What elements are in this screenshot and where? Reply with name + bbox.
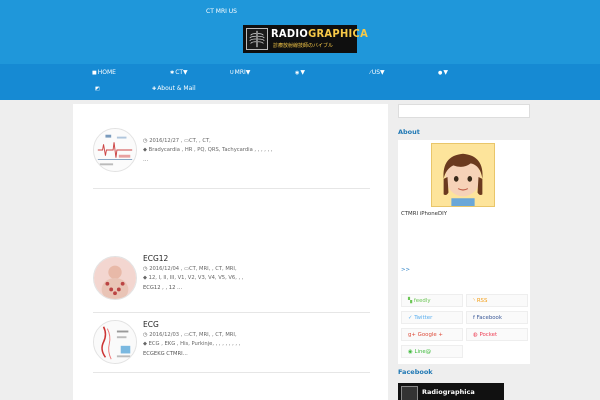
home-icon: ■ <box>92 70 97 76</box>
post-title[interactable]: ECG12 <box>143 254 383 263</box>
user-icon: ● <box>438 70 443 76</box>
nav-ct[interactable]: ✱CT▼ <box>170 69 188 76</box>
tag-icon: ◆ <box>143 275 147 281</box>
post-thumbnail[interactable] <box>93 320 137 364</box>
post-meta: ◷ 2016/12/27 , ▭CT, , CT, <box>143 138 211 144</box>
twitter-icon: ✓ <box>408 315 413 321</box>
author-avatar <box>431 143 495 207</box>
nav-about-mail[interactable]: ✚About & Mail <box>152 85 196 92</box>
post-meta: ◷ 2016/12/04 , ▭CT, MRI, , CT, MRI, <box>143 266 237 272</box>
facebook-icon: f <box>473 315 475 321</box>
post-tags: ◆ ECG , EKG , His, Purkinje, , , , , , ,… <box>143 341 241 347</box>
nav-mri[interactable]: ՍMRI▼ <box>230 69 250 76</box>
follow-facebook-button[interactable]: f Facebook <box>466 311 528 324</box>
clock-icon: ◷ <box>143 332 148 338</box>
post-thumbnail[interactable] <box>93 128 137 172</box>
magnet-icon: Ս <box>230 70 234 76</box>
post-divider <box>93 312 370 313</box>
post-excerpt: ECGEKG CTMRI… <box>143 351 188 357</box>
post-divider <box>93 372 370 373</box>
gear-icon: ✱ <box>170 70 175 76</box>
facebook-heading: Facebook <box>398 368 433 376</box>
follow-google-plus-button[interactable]: g+ Google + <box>401 328 463 341</box>
post-thumbnail[interactable] <box>93 256 137 300</box>
nav-home[interactable]: ■HOME <box>92 69 116 76</box>
follow-line-button[interactable]: ◉ Line@ <box>401 345 463 358</box>
feedly-icon: ▚ <box>408 298 413 304</box>
logo-tagline: 診療放射線技師のバイブル <box>273 43 334 49</box>
nav-us[interactable]: ⁄US▼ <box>370 69 385 76</box>
about-heading: About <box>398 128 420 136</box>
nav-xray[interactable]: ◉▼ <box>295 69 305 76</box>
nav-analytics[interactable]: ◩ <box>95 85 101 92</box>
tag-icon: ◆ <box>143 341 147 347</box>
post-meta: ◷ 2016/12/03 , ▭CT, MRI, , CT, MRI, <box>143 332 237 338</box>
follow-twitter-button[interactable]: ✓ Twitter <box>401 311 463 324</box>
google-plus-icon: g+ <box>408 332 416 338</box>
top-links[interactable]: CT MRI US <box>206 8 237 15</box>
post-excerpt: ECG12 , , 12 … <box>143 285 183 291</box>
site-header: CT MRI US RADIOGRAPHICA 診療放射線技師のバイブル <box>0 0 600 64</box>
facebook-page-widget[interactable]: Radiographica <box>398 383 504 400</box>
main-nav: ■HOME ✱CT▼ ՍMRI▼ ◉▼ ⁄US▼ ●▼ ◩ ✚About & M… <box>0 64 600 100</box>
nav-staff[interactable]: ●▼ <box>438 69 448 76</box>
line-icon: ◉ <box>408 349 413 355</box>
xray-chest-icon <box>246 28 268 50</box>
chart-icon: ◩ <box>95 86 100 92</box>
about-widget: CTMRI iPhoneDIY >> ▚ feedly ◝ RSS ✓ Twit… <box>398 140 530 364</box>
clock-icon: ◷ <box>143 266 148 272</box>
facebook-page-avatar <box>401 386 418 400</box>
follow-feedly-button[interactable]: ▚ feedly <box>401 294 463 307</box>
post-divider <box>93 188 370 189</box>
post-excerpt: … <box>143 157 149 163</box>
post-list: ◷ 2016/12/27 , ▭CT, , CT, ◆ Bradycardia … <box>73 104 388 400</box>
rss-icon: ◝ <box>473 298 476 304</box>
about-text: CTMRI iPhoneDIY <box>401 211 447 217</box>
follow-rss-button[interactable]: ◝ RSS <box>466 294 528 307</box>
eye-icon: ◉ <box>295 70 300 76</box>
clock-icon: ◷ <box>143 138 148 144</box>
about-more-link[interactable]: >> <box>401 267 410 273</box>
site-logo[interactable]: RADIOGRAPHICA 診療放射線技師のバイブル <box>243 25 368 53</box>
search-input[interactable] <box>398 104 530 118</box>
wand-icon: ⁄ <box>370 70 371 76</box>
cross-icon: ✚ <box>152 86 157 92</box>
logo-wordmark: RADIOGRAPHICA <box>271 27 369 40</box>
post-tags: ◆ 12, I, II, III, V1, V2, V3, V4, V5, V6… <box>143 275 244 281</box>
tag-icon: ◆ <box>143 147 147 153</box>
follow-pocket-button[interactable]: ◍ Pocket <box>466 328 528 341</box>
post-title[interactable]: ECG <box>143 320 383 329</box>
pocket-icon: ◍ <box>473 332 478 338</box>
facebook-page-name: Radiographica <box>422 388 475 396</box>
post-tags: ◆ Bradycardia , HR , PQ, QRS, Tachycardi… <box>143 147 273 153</box>
